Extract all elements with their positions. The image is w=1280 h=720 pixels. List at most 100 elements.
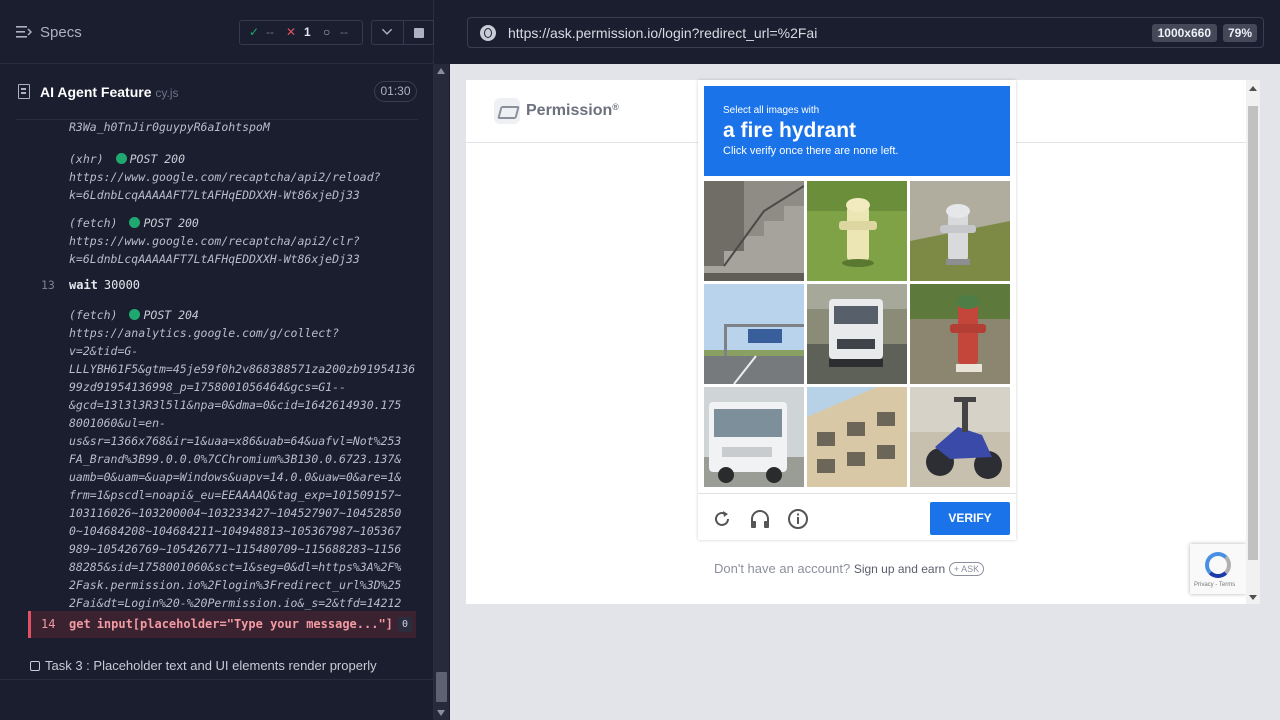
passed-count: -- bbox=[266, 25, 274, 39]
reporter-topbar: Specs ✓ -- ✕ 1 ○ -- bbox=[0, 0, 434, 64]
log-line: 88285&sid=1758001060&sct=1&seg=0&dl=http… bbox=[69, 560, 402, 574]
log-line: k=6LdnbLcqAAAAAFT7LtAFHqEDDXXH-Wt86xjeDj… bbox=[69, 188, 360, 202]
recaptcha-badge[interactable]: Privacy - Terms bbox=[1190, 544, 1246, 594]
log-line: 103116026~103200004~103233427~104527907~… bbox=[69, 506, 402, 520]
captcha-tile-truck[interactable] bbox=[807, 284, 907, 384]
signup-link[interactable]: Sign up and earn bbox=[854, 562, 945, 576]
logo-text: Permission bbox=[526, 102, 613, 119]
signup-prompt-text: Don't have an account? bbox=[714, 561, 851, 576]
url-bar[interactable]: https://ask.permission.io/login?redirect… bbox=[467, 17, 1264, 48]
captcha-tile-motorbike[interactable] bbox=[910, 387, 1010, 487]
chevron-down-icon bbox=[381, 28, 393, 35]
command-text: get input[placeholder="Type your message.… bbox=[69, 617, 393, 631]
command-arg: 30000 bbox=[103, 278, 141, 292]
request-line[interactable]: (fetch) POST 204 bbox=[69, 308, 199, 322]
stop-button[interactable] bbox=[404, 20, 434, 45]
command-row[interactable]: wait 30000 bbox=[69, 278, 140, 292]
reporter-scrollbar[interactable] bbox=[434, 64, 449, 720]
headphones-icon[interactable] bbox=[749, 508, 771, 530]
registered-mark: ® bbox=[612, 102, 619, 112]
silver-hydrant-image bbox=[910, 181, 1010, 281]
log-line: 99zd91954136998_p=1758001056464&gcs=G1-- bbox=[69, 380, 346, 394]
status-dot-icon bbox=[129, 217, 141, 228]
list-icon[interactable] bbox=[16, 25, 32, 39]
info-icon[interactable] bbox=[787, 508, 809, 530]
request-status: POST 204 bbox=[143, 308, 199, 322]
captcha-challenge: Select all images with a fire hydrant Cl… bbox=[698, 80, 1016, 540]
signup-prompt: Don't have an account? Sign up and earn … bbox=[714, 561, 985, 576]
log-line: &gcd=13l3l3R3l5l1&npa=0&dma=0&cid=164261… bbox=[69, 398, 402, 412]
checkbox-icon bbox=[30, 661, 40, 671]
captcha-tile-hydrant-yellow[interactable] bbox=[807, 181, 907, 281]
reload-icon[interactable] bbox=[711, 508, 733, 530]
command-number: 14 bbox=[41, 617, 56, 631]
captcha-target: a fire hydrant bbox=[723, 119, 857, 142]
command-arg: input[placeholder="Type your message..."… bbox=[96, 617, 393, 631]
failed-count: 1 bbox=[304, 25, 311, 39]
log-line: frm=1&pscdl=noapi&_eu=EEAAAAQ&tag_exp=10… bbox=[69, 488, 402, 502]
command-log: R3Wa_h0TnJir0guypyR6aIohtspoM (xhr) POST 2… bbox=[16, 120, 418, 660]
handshake-icon bbox=[494, 98, 520, 124]
scrollbar-thumb[interactable] bbox=[436, 672, 447, 702]
captcha-tile-hydrant-red[interactable] bbox=[910, 284, 1010, 384]
captcha-tile-building[interactable] bbox=[807, 387, 907, 487]
motorbike-image bbox=[910, 387, 1010, 487]
captcha-hint: Click verify once there are none left. bbox=[723, 145, 899, 157]
log-line: us&sr=1366x768&ir=1&uaa=x86&uab=64&uafvl… bbox=[69, 434, 402, 448]
command-name: get bbox=[69, 617, 91, 631]
request-type: (fetch) bbox=[69, 216, 118, 230]
log-line: https://www.google.com/recaptcha/api2/re… bbox=[69, 170, 381, 184]
log-line: R3Wa_h0TnJir0guypyR6aIohtspoM bbox=[69, 120, 270, 134]
site-logo[interactable]: Permission® bbox=[526, 102, 619, 120]
log-line: 8001060&ul=en- bbox=[69, 416, 166, 430]
status-dot-icon bbox=[115, 153, 127, 164]
request-line[interactable]: (xhr) POST 200 bbox=[69, 152, 185, 166]
stairs-image bbox=[704, 181, 804, 281]
request-status: POST 200 bbox=[143, 216, 199, 230]
status-dot-icon bbox=[129, 309, 141, 320]
truck-image bbox=[807, 284, 907, 384]
verify-button[interactable]: VERIFY bbox=[930, 502, 1010, 535]
scroll-down-icon[interactable] bbox=[1249, 595, 1257, 600]
test-stats: ✓ -- ✕ 1 ○ -- bbox=[239, 20, 363, 45]
page-scrollbar[interactable] bbox=[1246, 80, 1260, 604]
url-text[interactable]: https://ask.permission.io/login?redirect… bbox=[508, 25, 817, 41]
log-line: 989~105426769~105426771~115480709~115688… bbox=[69, 542, 402, 556]
viewport-size-badge: 1000x660 bbox=[1151, 24, 1217, 42]
divider bbox=[698, 493, 1016, 494]
scroll-up-icon[interactable] bbox=[1249, 86, 1257, 91]
scroll-down-icon[interactable] bbox=[437, 710, 445, 716]
chevron-down-button[interactable] bbox=[371, 20, 404, 45]
divider bbox=[0, 679, 434, 680]
stop-icon bbox=[414, 28, 424, 38]
spec-duration: 01:30 bbox=[374, 81, 417, 102]
spec-header[interactable]: AI Agent Feature cy.js 01:30 bbox=[16, 64, 418, 120]
yellow-hydrant-image bbox=[807, 181, 907, 281]
app-preview: https://ask.permission.io/login?redirect… bbox=[450, 0, 1280, 720]
test-reporter: Specs ✓ -- ✕ 1 ○ -- AI Agent Feature cy.… bbox=[0, 0, 434, 720]
specs-label[interactable]: Specs bbox=[40, 24, 82, 41]
captcha-header: Select all images with a fire hydrant Cl… bbox=[704, 86, 1010, 176]
pending-count: -- bbox=[340, 25, 348, 39]
log-line: uamb=0&uam=&uap=Windows&uapv=14.0.0&uaw=… bbox=[69, 470, 402, 484]
captcha-tile-hydrant-silver[interactable] bbox=[910, 181, 1010, 281]
scroll-up-icon[interactable] bbox=[437, 68, 445, 74]
recaptcha-icon bbox=[1205, 552, 1231, 578]
spec-name-text: AI Agent Feature bbox=[40, 84, 152, 100]
captcha-instruction: Select all images with bbox=[723, 105, 820, 116]
log-line: LLLYBH61F5&gtm=45je59f0h2v868388571za200… bbox=[69, 362, 416, 376]
failed-command-row[interactable]: 14 get input[placeholder="Type your messa… bbox=[28, 611, 416, 638]
request-line[interactable]: (fetch) POST 200 bbox=[69, 216, 199, 230]
captcha-tile-stairs[interactable] bbox=[704, 181, 804, 281]
scrollbar-thumb[interactable] bbox=[1248, 106, 1258, 560]
log-line: 0~104684208~104684211~104948813~10536798… bbox=[69, 524, 402, 538]
globe-icon bbox=[480, 25, 496, 41]
log-line: k=6LdnbLcqAAAAAFT7LtAFHqEDDXXH-Wt86xjeDj… bbox=[69, 252, 360, 266]
captcha-tile-highway-sign[interactable] bbox=[704, 284, 804, 384]
recaptcha-terms[interactable]: Privacy - Terms bbox=[1194, 582, 1235, 588]
task-label: Task 3 : Placeholder text and UI element… bbox=[45, 658, 377, 673]
captcha-tile-truck-white[interactable] bbox=[704, 387, 804, 487]
task-item[interactable]: Task 3 : Placeholder text and UI element… bbox=[30, 658, 377, 673]
request-status: POST 200 bbox=[129, 152, 186, 166]
command-name: wait bbox=[69, 278, 98, 292]
